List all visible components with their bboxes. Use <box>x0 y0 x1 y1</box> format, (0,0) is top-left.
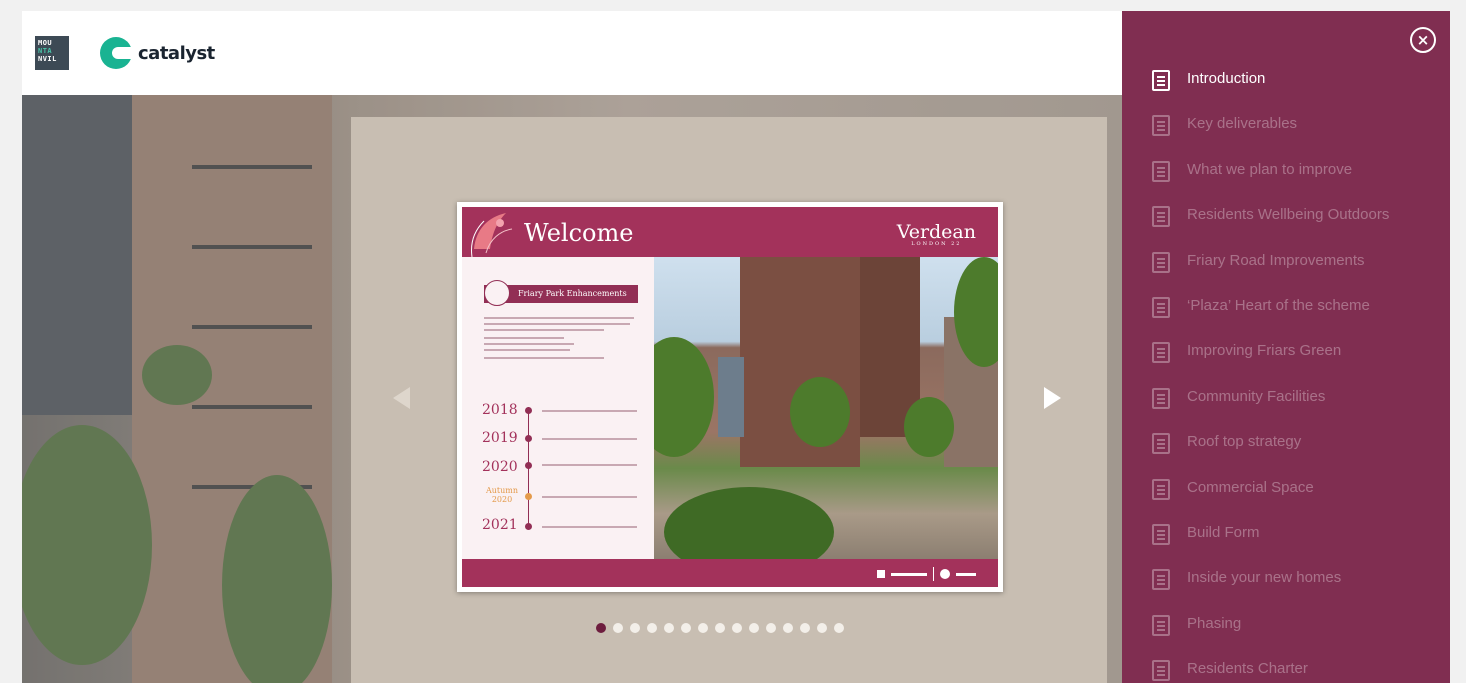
timeline-year: 2020 <box>482 459 518 475</box>
pagination-dot[interactable] <box>834 623 844 633</box>
mount-anvil-logo[interactable]: MOU NTA NVIL <box>35 36 69 70</box>
menu-item-label: Phasing <box>1187 614 1242 632</box>
section-menu: × Introduction Key deliverables What we … <box>1122 11 1450 683</box>
menu-item-key-deliverables[interactable]: Key deliverables <box>1152 115 1389 160</box>
pagination-dot[interactable] <box>630 623 640 633</box>
slide-info-column: Friary Park Enhancements 2018 2019 2020 <box>462 257 654 559</box>
menu-item-plaza[interactable]: ‘Plaza’ Heart of the scheme <box>1152 296 1389 342</box>
menu-item-introduction[interactable]: Introduction <box>1152 70 1389 115</box>
pagination-dot[interactable] <box>664 623 674 633</box>
menu-item-roof-top[interactable]: Roof top strategy <box>1152 433 1389 478</box>
timeline-year: 2021 <box>482 517 518 533</box>
slide-footer-logos <box>877 567 976 581</box>
menu-item-label: Community Facilities <box>1187 387 1326 405</box>
menu-item-community-facilities[interactable]: Community Facilities <box>1152 387 1389 433</box>
document-icon <box>1152 70 1170 91</box>
menu-item-label: What we plan to improve <box>1187 160 1353 178</box>
menu-item-label: Key deliverables <box>1187 115 1298 133</box>
slide-header-band: Welcome Verdean LONDON 22 <box>462 207 998 258</box>
timeline-year: 2018 <box>482 402 518 418</box>
menu-item-label: Inside your new homes <box>1187 569 1342 587</box>
menu-item-phasing[interactable]: Phasing <box>1152 614 1389 660</box>
menu-item-label: ‘Plaza’ Heart of the scheme <box>1187 296 1370 314</box>
menu-item-label: Improving Friars Green <box>1187 342 1342 360</box>
menu-item-residents-wellbeing[interactable]: Residents Wellbeing Outdoors <box>1152 206 1389 251</box>
carousel-pagination <box>596 623 844 633</box>
document-icon <box>1152 569 1170 591</box>
pagination-dot[interactable] <box>613 623 623 633</box>
document-icon <box>1152 523 1170 545</box>
welcome-slide[interactable]: Welcome Verdean LONDON 22 Friary Park En… <box>457 202 1003 592</box>
menu-item-label: Commercial Space <box>1187 478 1314 496</box>
document-icon <box>1152 115 1170 137</box>
pagination-dot[interactable] <box>715 623 725 633</box>
section-menu-list: Introduction Key deliverables What we pl… <box>1152 70 1389 683</box>
menu-item-label: Build Form <box>1187 523 1260 541</box>
pagination-dot[interactable] <box>817 623 827 633</box>
menu-item-friary-road[interactable]: Friary Road Improvements <box>1152 251 1389 297</box>
menu-item-residents-charter[interactable]: Residents Charter <box>1152 660 1389 683</box>
document-icon <box>1152 478 1170 500</box>
slide-footer-band <box>462 559 998 587</box>
document-icon <box>1152 342 1170 364</box>
catalyst-c-icon <box>100 37 132 69</box>
menu-item-label: Roof top strategy <box>1187 433 1302 451</box>
pagination-dot[interactable] <box>800 623 810 633</box>
verdean-logo: Verdean LONDON 22 <box>896 221 976 247</box>
scheme-render-image <box>654 257 998 559</box>
menu-item-label: Introduction <box>1187 70 1266 87</box>
app-frame: MOU NTA NVIL catalyst Welcome Verdean LO… <box>22 11 1450 683</box>
menu-item-label: Residents Charter <box>1187 660 1308 678</box>
document-icon <box>1152 433 1170 455</box>
document-icon <box>1152 251 1170 273</box>
slide-carousel: Welcome Verdean LONDON 22 Friary Park En… <box>351 117 1107 683</box>
menu-item-commercial-space[interactable]: Commercial Space <box>1152 478 1389 524</box>
document-icon <box>1152 387 1170 409</box>
pagination-dot[interactable] <box>783 623 793 633</box>
pagination-dot[interactable] <box>681 623 691 633</box>
body-text-block <box>484 317 644 363</box>
document-icon <box>1152 160 1170 182</box>
document-icon <box>1152 660 1170 682</box>
document-icon <box>1152 296 1170 318</box>
timeline-year: Autumn 2020 <box>485 486 519 504</box>
document-icon <box>1152 614 1170 636</box>
catalyst-logo[interactable]: catalyst <box>100 36 215 70</box>
menu-item-friars-green[interactable]: Improving Friars Green <box>1152 342 1389 387</box>
menu-item-label: Friary Road Improvements <box>1187 251 1365 269</box>
menu-item-build-form[interactable]: Build Form <box>1152 523 1389 569</box>
menu-item-label: Residents Wellbeing Outdoors <box>1187 206 1390 224</box>
timeline-year: 2019 <box>482 430 518 446</box>
pagination-dot[interactable] <box>647 623 657 633</box>
previous-slide-arrow-icon[interactable] <box>393 387 410 409</box>
next-slide-arrow-icon[interactable] <box>1044 387 1061 409</box>
pagination-dot[interactable] <box>596 623 606 633</box>
pagination-dot[interactable] <box>698 623 708 633</box>
flower-illustration-icon <box>471 213 513 258</box>
document-icon <box>1152 206 1170 228</box>
menu-item-what-we-plan[interactable]: What we plan to improve <box>1152 160 1389 206</box>
menu-item-inside-homes[interactable]: Inside your new homes <box>1152 569 1389 614</box>
pagination-dot[interactable] <box>732 623 742 633</box>
pagination-dot[interactable] <box>766 623 776 633</box>
header: MOU NTA NVIL catalyst <box>22 11 1122 95</box>
catalyst-wordmark: catalyst <box>138 42 215 64</box>
slide-title: Welcome <box>524 219 634 247</box>
close-icon[interactable]: × <box>1410 27 1436 53</box>
pagination-dot[interactable] <box>749 623 759 633</box>
leaf-badge-icon <box>484 280 510 306</box>
